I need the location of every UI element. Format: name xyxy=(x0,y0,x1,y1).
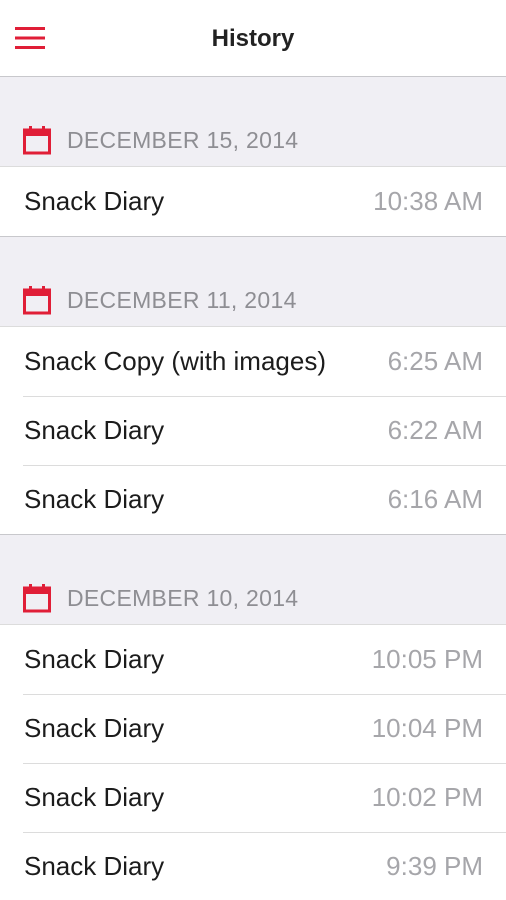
section-date: DECEMBER 10, 2014 xyxy=(67,585,299,611)
entry-time: 9:39 PM xyxy=(386,851,483,881)
list-item[interactable]: Snack Diary 10:02 PM xyxy=(0,763,506,832)
section-rows: Snack Diary 10:05 PM Snack Diary 10:04 P… xyxy=(0,625,506,900)
list-item[interactable]: Snack Diary 6:22 AM xyxy=(0,396,506,465)
section-rows: Snack Diary 10:38 AM xyxy=(0,167,506,237)
top-app-bar: History xyxy=(0,0,506,77)
list-item[interactable]: Snack Copy (with images) 6:25 AM xyxy=(0,327,506,396)
entry-time: 10:38 AM xyxy=(373,186,483,216)
menu-button[interactable] xyxy=(8,18,52,58)
history-section: DECEMBER 11, 2014 Snack Copy (with image… xyxy=(0,237,506,535)
section-date: DECEMBER 15, 2014 xyxy=(67,127,299,153)
history-section: DECEMBER 15, 2014 Snack Diary 10:38 AM xyxy=(0,77,506,237)
entry-title: Snack Diary xyxy=(24,782,165,812)
section-header: DECEMBER 15, 2014 xyxy=(0,117,506,167)
calendar-icon xyxy=(23,286,51,315)
section-rows: Snack Copy (with images) 6:25 AM Snack D… xyxy=(0,327,506,535)
section-date: DECEMBER 11, 2014 xyxy=(67,287,297,313)
entry-title: Snack Copy (with images) xyxy=(24,346,326,376)
entry-time: 6:22 AM xyxy=(387,415,483,445)
calendar-icon xyxy=(23,126,51,155)
history-screen: History DECEMBER 15, 2014 Snack Diary 10… xyxy=(0,0,506,900)
list-item[interactable]: Snack Diary 10:38 AM xyxy=(0,167,506,236)
entry-time: 6:25 AM xyxy=(387,346,483,376)
entry-title: Snack Diary xyxy=(24,415,165,445)
history-list[interactable]: DECEMBER 15, 2014 Snack Diary 10:38 AM D… xyxy=(0,77,506,900)
list-item[interactable]: Snack Diary 10:05 PM xyxy=(0,625,506,694)
hamburger-menu-icon xyxy=(15,27,45,49)
entry-time: 10:05 PM xyxy=(371,644,483,674)
section-header: DECEMBER 10, 2014 xyxy=(0,575,506,625)
entry-title: Snack Diary xyxy=(24,851,165,881)
entry-title: Snack Diary xyxy=(24,644,165,674)
calendar-icon xyxy=(23,584,51,613)
entry-title: Snack Diary xyxy=(24,186,165,216)
page-title: History xyxy=(211,25,295,52)
list-item[interactable]: Snack Diary 10:04 PM xyxy=(0,694,506,763)
list-item[interactable]: Snack Diary 6:16 AM xyxy=(0,465,506,534)
entry-time: 10:02 PM xyxy=(371,782,483,812)
entry-time: 10:04 PM xyxy=(371,713,483,743)
entry-title: Snack Diary xyxy=(24,713,165,743)
entry-title: Snack Diary xyxy=(24,484,165,514)
section-header: DECEMBER 11, 2014 xyxy=(0,277,506,327)
history-section: DECEMBER 10, 2014 Snack Diary 10:05 PM S… xyxy=(0,535,506,900)
list-item[interactable]: Snack Diary 9:39 PM xyxy=(0,832,506,900)
entry-time: 6:16 AM xyxy=(387,484,483,514)
